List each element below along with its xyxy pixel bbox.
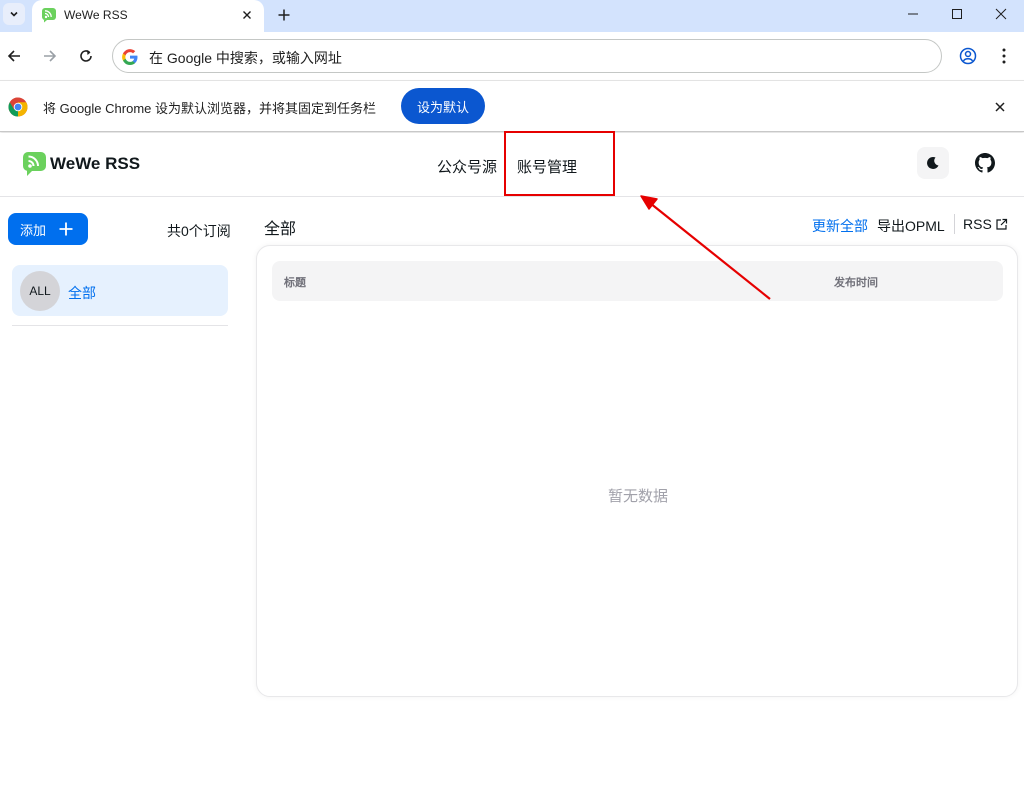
plus-icon <box>59 222 73 236</box>
arrow-left-icon <box>7 50 20 62</box>
address-bar-placeholder: 在 Google 中搜索，或输入网址 <box>149 50 342 66</box>
set-default-button[interactable]: 设为默认 <box>401 88 485 124</box>
default-browser-infobar: 将 Google Chrome 设为默认浏览器，并将其固定到任务栏 设为默认 <box>0 80 1024 132</box>
chrome-logo-icon <box>8 97 28 117</box>
browser-toolbar: 在 Google 中搜索，或输入网址 <box>0 32 1024 80</box>
external-link-icon <box>996 218 1007 230</box>
wewe-rss-favicon-icon <box>42 8 56 23</box>
tab-close-button[interactable] <box>237 5 257 25</box>
profile-button[interactable] <box>954 42 982 70</box>
sidebar-divider <box>12 325 228 326</box>
add-button-label: 添加 <box>20 222 47 238</box>
infobar-message: 将 Google Chrome 设为默认浏览器，并将其固定到任务栏 <box>43 101 376 116</box>
table-header: 标题 发布时间 <box>272 261 1003 301</box>
annotation-highlight-box <box>504 131 615 196</box>
more-vertical-icon <box>1002 48 1006 64</box>
brand-name: WeWe RSS <box>50 154 141 173</box>
minimize-icon <box>908 13 918 15</box>
column-header-title: 标题 <box>284 277 306 289</box>
github-link[interactable] <box>969 147 1001 179</box>
feed-item-label: 全部 <box>68 285 96 301</box>
close-icon <box>995 102 1005 112</box>
github-icon <box>975 153 995 173</box>
google-g-icon <box>122 49 138 65</box>
forward-button[interactable] <box>36 42 64 70</box>
rss-link[interactable]: RSS <box>963 216 1008 232</box>
export-opml-link[interactable]: 导出OPML <box>877 216 945 236</box>
tab-search-button[interactable] <box>3 3 25 25</box>
window-close-button[interactable] <box>978 0 1024 28</box>
empty-state-text: 暂无数据 <box>607 488 668 505</box>
subscription-count: 共0个订阅 <box>167 223 231 239</box>
nav-link-feeds[interactable]: 公众号源 <box>437 156 497 177</box>
chevron-down-icon <box>10 11 18 17</box>
close-icon <box>995 8 1007 20</box>
account-circle-icon <box>959 47 977 65</box>
plus-icon <box>278 9 290 21</box>
new-tab-button[interactable] <box>273 4 295 26</box>
browser-menu-button[interactable] <box>990 42 1018 70</box>
update-all-link[interactable]: 更新全部 <box>812 216 868 236</box>
wewe-rss-logo-icon <box>23 152 46 176</box>
back-button[interactable] <box>0 42 28 70</box>
browser-tab-strip: WeWe RSS <box>0 0 1024 32</box>
tab-title: WeWe RSS <box>64 8 128 22</box>
minimize-button[interactable] <box>890 0 936 28</box>
page-title: 全部 <box>264 221 297 238</box>
maximize-button[interactable] <box>934 0 980 28</box>
column-header-publish-time: 发布时间 <box>834 277 878 289</box>
maximize-icon <box>952 9 962 19</box>
articles-table: 标题 发布时间 暂无数据 <box>256 245 1018 697</box>
rss-link-label: RSS <box>963 216 992 232</box>
avatar: ALL <box>20 271 60 311</box>
moon-icon <box>927 156 939 169</box>
reload-icon <box>80 50 92 62</box>
infobar-close-button[interactable] <box>990 97 1010 117</box>
reload-button[interactable] <box>72 42 100 70</box>
action-divider <box>954 214 955 234</box>
add-subscription-button[interactable]: 添加 <box>8 213 88 245</box>
address-bar[interactable]: 在 Google 中搜索，或输入网址 <box>112 39 942 73</box>
close-icon <box>243 11 251 19</box>
feed-item-all[interactable]: ALL 全部 <box>12 265 228 316</box>
theme-toggle-button[interactable] <box>917 147 949 179</box>
browser-tab-active[interactable]: WeWe RSS <box>32 0 264 32</box>
arrow-right-icon <box>44 50 57 62</box>
brand[interactable]: WeWe RSS <box>22 151 140 177</box>
